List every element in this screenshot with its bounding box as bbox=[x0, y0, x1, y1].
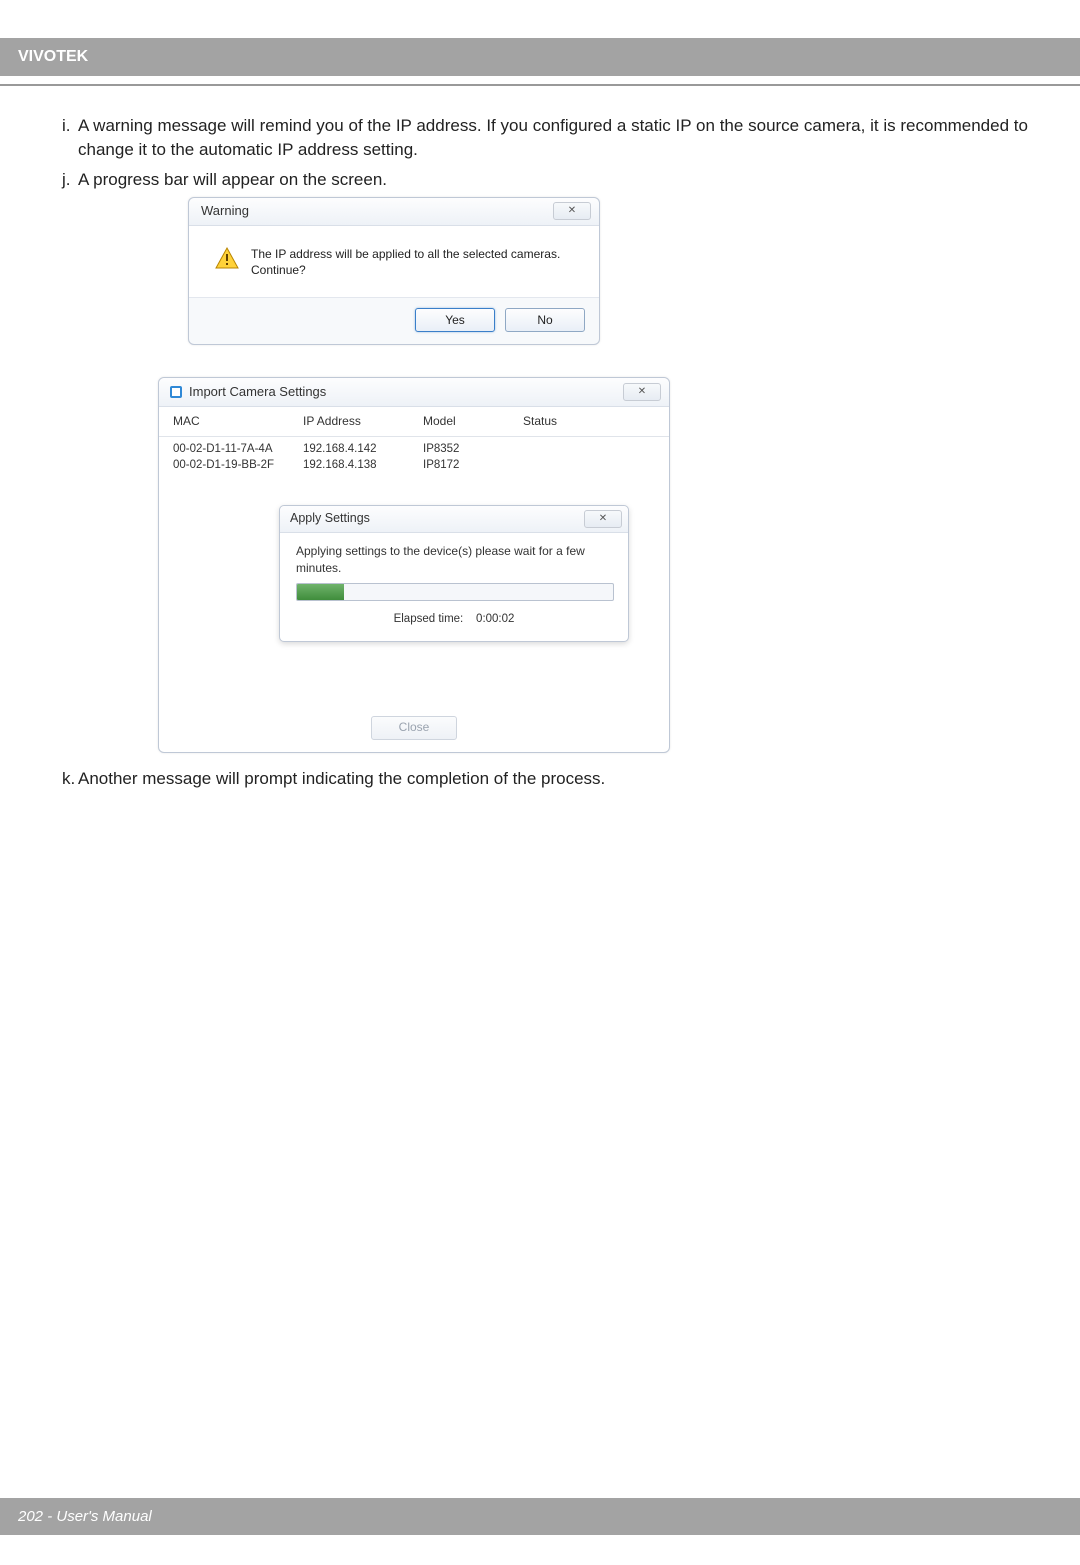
apply-message: Applying settings to the device(s) pleas… bbox=[296, 543, 612, 577]
apply-body: Applying settings to the device(s) pleas… bbox=[280, 533, 628, 641]
apply-titlebar: Apply Settings ✕ bbox=[280, 506, 628, 533]
yes-label: Yes bbox=[445, 312, 465, 329]
page-header: VIVOTEK bbox=[0, 38, 1080, 76]
step-k: k. Another message will prompt indicatin… bbox=[62, 767, 1028, 791]
close-button[interactable]: ✕ bbox=[584, 510, 622, 528]
warning-buttons: Yes No bbox=[189, 298, 599, 344]
cell-mac: 00-02-D1-11-7A-4A bbox=[173, 441, 303, 457]
yes-button[interactable]: Yes bbox=[415, 308, 495, 332]
warning-title: Warning bbox=[201, 202, 249, 220]
step-text: A progress bar will appear on the screen… bbox=[78, 168, 1028, 192]
close-icon: ✕ bbox=[599, 512, 607, 526]
footer-text: 202 - User's Manual bbox=[18, 1508, 152, 1525]
content-area: i. A warning message will remind you of … bbox=[0, 86, 1080, 791]
warning-titlebar: Warning ✕ bbox=[189, 198, 599, 225]
cell-model: IP8172 bbox=[423, 457, 523, 473]
no-label: No bbox=[537, 312, 552, 329]
elapsed-value: 0:00:02 bbox=[476, 613, 514, 625]
close-label: Close bbox=[399, 719, 430, 736]
elapsed-label: Elapsed time: bbox=[394, 613, 464, 625]
col-model-header: Model bbox=[423, 413, 523, 430]
close-icon: ✕ bbox=[638, 385, 646, 399]
table-body: 00-02-D1-11-7A-4A 192.168.4.142 IP8352 0… bbox=[159, 437, 669, 475]
cell-status bbox=[523, 441, 655, 457]
warning-message: The IP address will be applied to all th… bbox=[251, 246, 581, 280]
col-mac-header: MAC bbox=[173, 413, 303, 430]
progress-bar bbox=[296, 583, 614, 601]
cell-mac: 00-02-D1-19-BB-2F bbox=[173, 457, 303, 473]
warning-dialog: Warning ✕ The IP address will be applied… bbox=[188, 197, 600, 345]
app-icon bbox=[169, 385, 183, 399]
cell-ip: 192.168.4.138 bbox=[303, 457, 423, 473]
table-row: 00-02-D1-19-BB-2F 192.168.4.138 IP8172 bbox=[173, 457, 655, 473]
close-import-button[interactable]: Close bbox=[371, 716, 457, 740]
brand-label: VIVOTEK bbox=[18, 48, 88, 65]
step-letter: i. bbox=[62, 114, 78, 162]
cell-status bbox=[523, 457, 655, 473]
apply-settings-dialog: Apply Settings ✕ Applying settings to th… bbox=[279, 505, 629, 642]
cell-model: IP8352 bbox=[423, 441, 523, 457]
col-ip-header: IP Address bbox=[303, 413, 423, 430]
table-row: 00-02-D1-11-7A-4A 192.168.4.142 IP8352 bbox=[173, 441, 655, 457]
step-i: i. A warning message will remind you of … bbox=[62, 114, 1028, 162]
step-letter: j. bbox=[62, 168, 78, 192]
close-button[interactable]: ✕ bbox=[553, 202, 591, 220]
progress-fill bbox=[297, 584, 344, 600]
step-text: Another message will prompt indicating t… bbox=[78, 767, 1028, 791]
close-icon: ✕ bbox=[568, 204, 576, 218]
warning-body: The IP address will be applied to all th… bbox=[189, 226, 599, 299]
warning-icon bbox=[215, 246, 239, 270]
page-footer: 202 - User's Manual bbox=[0, 1498, 1080, 1535]
step-j: j. A progress bar will appear on the scr… bbox=[62, 168, 1028, 192]
step-text: A warning message will remind you of the… bbox=[78, 114, 1028, 162]
import-titlebar: Import Camera Settings ✕ bbox=[159, 378, 669, 407]
close-button[interactable]: ✕ bbox=[623, 383, 661, 401]
table-header: MAC IP Address Model Status bbox=[159, 407, 669, 437]
apply-title-label: Apply Settings bbox=[290, 510, 370, 528]
step-letter: k. bbox=[62, 767, 78, 791]
no-button[interactable]: No bbox=[505, 308, 585, 332]
elapsed-row: Elapsed time: 0:00:02 bbox=[296, 611, 612, 627]
import-footer: Close bbox=[159, 642, 669, 752]
import-title: Import Camera Settings bbox=[189, 383, 326, 401]
cell-ip: 192.168.4.142 bbox=[303, 441, 423, 457]
col-status-header: Status bbox=[523, 413, 655, 430]
import-dialog: Import Camera Settings ✕ MAC IP Address … bbox=[158, 377, 670, 753]
